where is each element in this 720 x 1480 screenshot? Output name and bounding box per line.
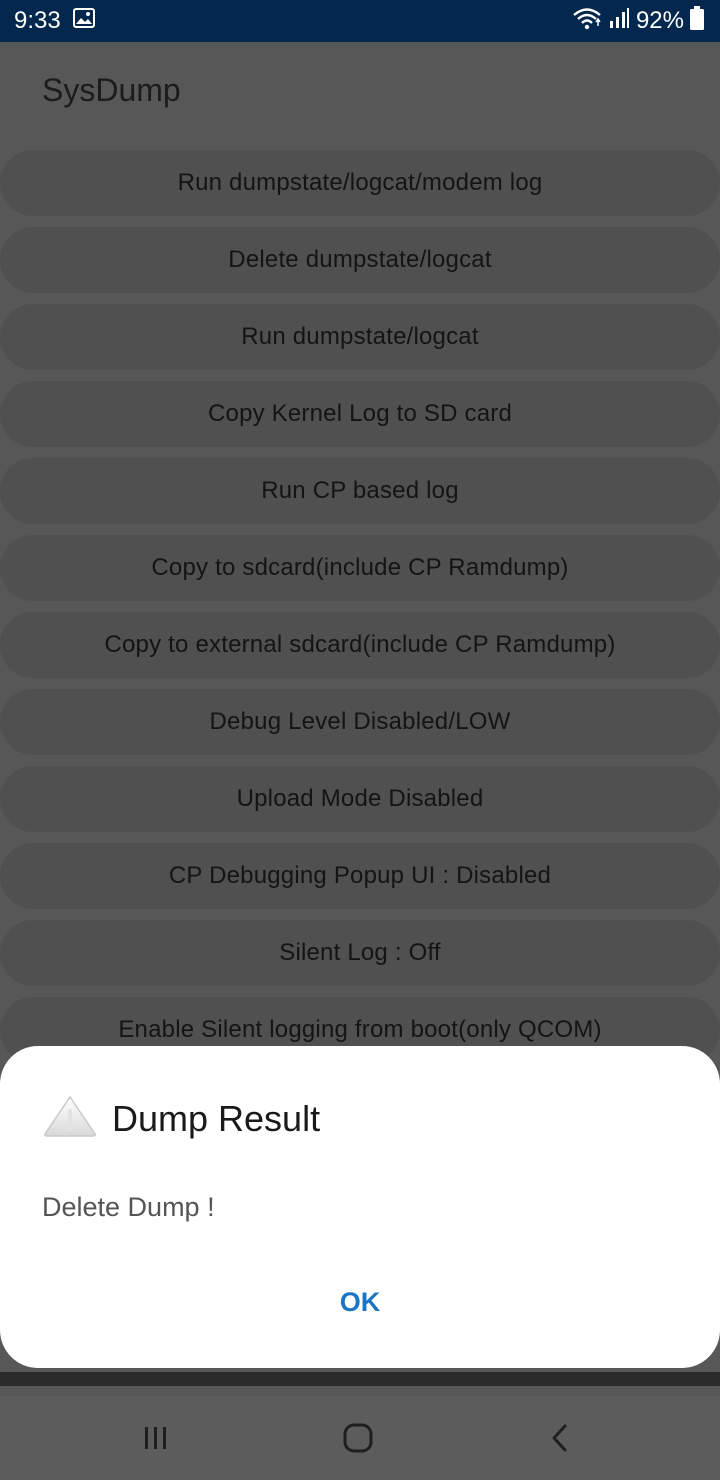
battery-icon [690, 5, 704, 37]
copy-to-external-sdcard-button[interactable]: Copy to external sdcard(include CP Ramdu… [0, 612, 720, 678]
cp-debugging-popup-button[interactable]: CP Debugging Popup UI : Disabled [0, 843, 720, 909]
dialog-message: Delete Dump ! [42, 1192, 215, 1222]
delete-dumpstate-logcat-button[interactable]: Delete dumpstate/logcat [0, 227, 720, 293]
image-icon [72, 7, 95, 35]
battery-text: 92% [635, 7, 684, 34]
back-icon[interactable] [530, 1414, 590, 1462]
home-icon[interactable] [328, 1414, 388, 1462]
navigation-bar [0, 1396, 720, 1480]
recent-apps-icon[interactable] [126, 1414, 186, 1462]
action-button-list: Run dumpstate/logcat/modem log Delete du… [0, 150, 720, 1074]
warning-icon [42, 1094, 98, 1143]
copy-to-sdcard-button[interactable]: Copy to sdcard(include CP Ramdump) [0, 535, 720, 601]
wifi-icon [572, 6, 602, 37]
upload-mode-button[interactable]: Upload Mode Disabled [0, 766, 720, 832]
ok-button[interactable]: OK [300, 1278, 420, 1326]
status-time: 9:33 [14, 7, 61, 34]
background-strip [0, 1372, 720, 1386]
app-title: SysDump [42, 72, 181, 108]
signal-icon [608, 7, 630, 36]
run-dumpstate-logcat-button[interactable]: Run dumpstate/logcat [0, 304, 720, 370]
debug-level-button[interactable]: Debug Level Disabled/LOW [0, 689, 720, 755]
run-cp-based-log-button[interactable]: Run CP based log [0, 458, 720, 524]
dialog-header: Dump Result [42, 1094, 320, 1143]
dialog-title: Dump Result [112, 1097, 321, 1139]
run-dumpstate-logcat-modem-button[interactable]: Run dumpstate/logcat/modem log [0, 150, 720, 216]
copy-kernel-log-button[interactable]: Copy Kernel Log to SD card [0, 381, 720, 447]
silent-log-button[interactable]: Silent Log : Off [0, 920, 720, 986]
status-bar: 9:33 92% [0, 0, 720, 42]
